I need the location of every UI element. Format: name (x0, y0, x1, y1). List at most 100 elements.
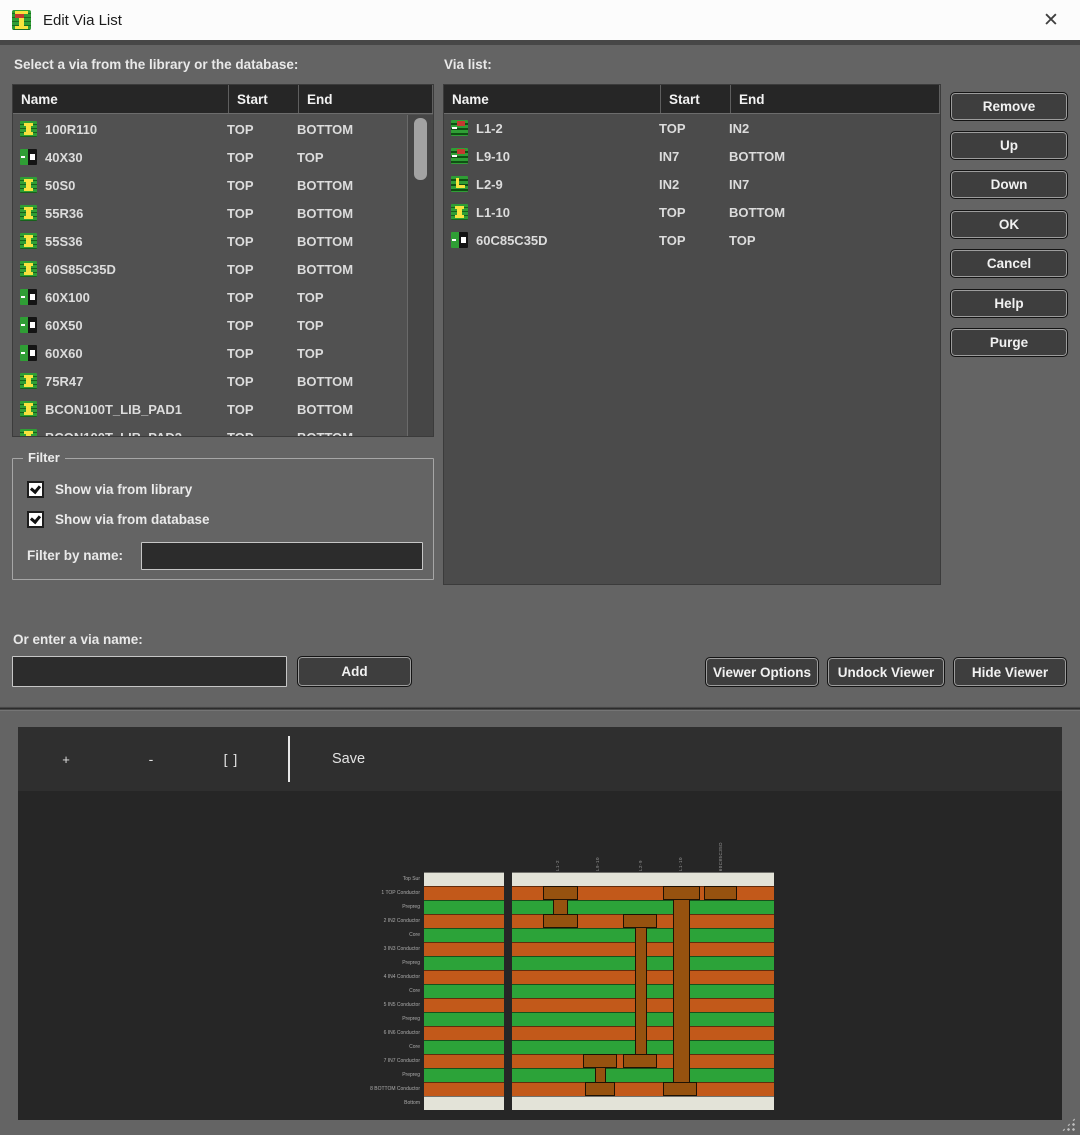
via-pad (663, 1082, 697, 1096)
via-list-table-row[interactable]: L1-10 TOP BOTTOM (444, 198, 940, 226)
via-name-cell: 40X30 (37, 150, 219, 165)
hide-viewer-button[interactable]: Hide Viewer (953, 657, 1067, 687)
library-table-row[interactable]: 60X100 TOP TOP (13, 283, 407, 311)
library-table-row[interactable]: BCON100T_LIB_PAD2 TOP BOTTOM (13, 423, 407, 436)
via-barrel (673, 899, 690, 1083)
enter-via-name-label: Or enter a via name: (13, 632, 143, 647)
scrollbar-thumb[interactable] (414, 118, 427, 180)
action-button[interactable]: Up (950, 131, 1068, 160)
library-table-row[interactable]: 50S0 TOP BOTTOM (13, 171, 407, 199)
library-table-row[interactable]: 75R47 TOP BOTTOM (13, 367, 407, 395)
via-list-table-header: Name Start End (444, 85, 940, 114)
via-pad (583, 1054, 617, 1068)
library-table-row[interactable]: 55R36 TOP BOTTOM (13, 199, 407, 227)
library-table-row[interactable]: 60S85C35D TOP BOTTOM (13, 255, 407, 283)
layer-row (424, 1026, 504, 1040)
library-table-scrollbar[interactable] (407, 115, 433, 436)
layer-row (424, 872, 504, 886)
layer-row (424, 970, 504, 984)
via-list-table-row[interactable]: L2-9 IN2 IN7 (444, 170, 940, 198)
library-table-row[interactable]: 40X30 TOP TOP (13, 143, 407, 171)
stack-tick-label: L2-9 (638, 860, 643, 871)
zoom-in-button[interactable]: + (51, 752, 81, 767)
title-bar: Edit Via List ✕ (0, 0, 1080, 40)
via-list-table-row[interactable]: L1-2 TOP IN2 (444, 114, 940, 142)
via-name-cell: 60S85C35D (37, 262, 219, 277)
column-header-end[interactable]: End (299, 85, 433, 113)
checkbox-label: Show via from library (55, 482, 192, 497)
via-list-table-row[interactable]: L9-10 IN7 BOTTOM (444, 142, 940, 170)
layer-row (424, 900, 504, 914)
via-list-section-label: Via list: (444, 57, 492, 72)
zoom-out-button[interactable]: - (136, 751, 166, 767)
layer-label: Core (318, 1040, 420, 1054)
via-end-cell: BOTTOM (289, 430, 407, 437)
viewer-canvas[interactable]: Top Sur1 TOP ConductorPrepreg2 IN2 Condu… (18, 791, 1062, 1120)
action-button[interactable]: Purge (950, 328, 1068, 357)
resize-grip-icon[interactable] (1061, 1117, 1076, 1132)
layer-label: Core (318, 984, 420, 998)
library-table-row[interactable]: 60X60 TOP TOP (13, 339, 407, 367)
action-button[interactable]: Cancel (950, 249, 1068, 278)
zoom-fit-button[interactable]: [ ] (216, 751, 246, 767)
layer-label: 3 IN3 Conductor (318, 942, 420, 956)
checkbox-label: Show via from database (55, 512, 210, 527)
layer-row (424, 928, 504, 942)
show-library-checkbox-row[interactable]: Show via from library (27, 481, 192, 498)
via-name-cell: BCON100T_LIB_PAD1 (37, 402, 219, 417)
viewer-separator (0, 706, 1080, 711)
checkbox-checked-icon[interactable] (27, 481, 44, 498)
filter-legend: Filter (23, 450, 65, 465)
column-header-name[interactable]: Name (13, 85, 229, 113)
via-list-table-row[interactable]: 60C85C35D TOP TOP (444, 226, 940, 254)
close-icon[interactable]: ✕ (1034, 9, 1068, 32)
layer-label: Prepreg (318, 1012, 420, 1026)
via-type-icon (20, 373, 37, 389)
via-type-icon (20, 233, 37, 249)
action-button[interactable]: Help (950, 289, 1068, 318)
library-table-row[interactable]: 60X50 TOP TOP (13, 311, 407, 339)
via-type-icon (451, 120, 468, 136)
via-start-cell: TOP (219, 318, 289, 333)
via-end-cell: TOP (289, 318, 407, 333)
via-name-cell: 60X100 (37, 290, 219, 305)
via-name-cell: L1-2 (468, 121, 651, 136)
via-start-cell: TOP (219, 290, 289, 305)
checkbox-checked-icon[interactable] (27, 511, 44, 528)
undock-viewer-button[interactable]: Undock Viewer (827, 657, 945, 687)
column-header-start[interactable]: Start (229, 85, 299, 113)
filter-by-name-input[interactable] (141, 542, 423, 570)
via-name-cell: 55S36 (37, 234, 219, 249)
library-table-body: 100R110 TOP BOTTOM 40X30 TOP TOP 50S0 TO… (13, 115, 407, 436)
column-header-end[interactable]: End (731, 85, 940, 113)
via-pad (543, 886, 578, 900)
action-button[interactable]: Down (950, 170, 1068, 199)
layer-row (424, 886, 504, 900)
column-header-start[interactable]: Start (661, 85, 731, 113)
via-end-cell: BOTTOM (289, 122, 407, 137)
layer-label: 7 IN7 Conductor (318, 1054, 420, 1068)
library-table-row[interactable]: BCON100T_LIB_PAD1 TOP BOTTOM (13, 395, 407, 423)
add-button[interactable]: Add (297, 656, 412, 687)
library-table-row[interactable]: 55S36 TOP BOTTOM (13, 227, 407, 255)
layer-label: 2 IN2 Conductor (318, 914, 420, 928)
via-end-cell: TOP (289, 290, 407, 305)
via-name-cell: L1-10 (468, 205, 651, 220)
save-button[interactable]: Save (332, 751, 365, 767)
action-button[interactable]: Remove (950, 92, 1068, 121)
via-start-cell: TOP (219, 430, 289, 437)
via-name-input[interactable] (12, 656, 287, 687)
column-header-name[interactable]: Name (444, 85, 661, 113)
layer-row (424, 1096, 504, 1110)
via-start-cell: TOP (219, 178, 289, 193)
viewer-options-button[interactable]: Viewer Options (705, 657, 819, 687)
layer-row (424, 998, 504, 1012)
via-start-cell: TOP (219, 234, 289, 249)
via-type-icon (451, 204, 468, 220)
via-overlay (512, 872, 774, 1110)
action-button[interactable]: OK (950, 210, 1068, 239)
layer-row (424, 956, 504, 970)
via-type-icon (20, 177, 37, 193)
library-table-row[interactable]: 100R110 TOP BOTTOM (13, 115, 407, 143)
show-database-checkbox-row[interactable]: Show via from database (27, 511, 210, 528)
